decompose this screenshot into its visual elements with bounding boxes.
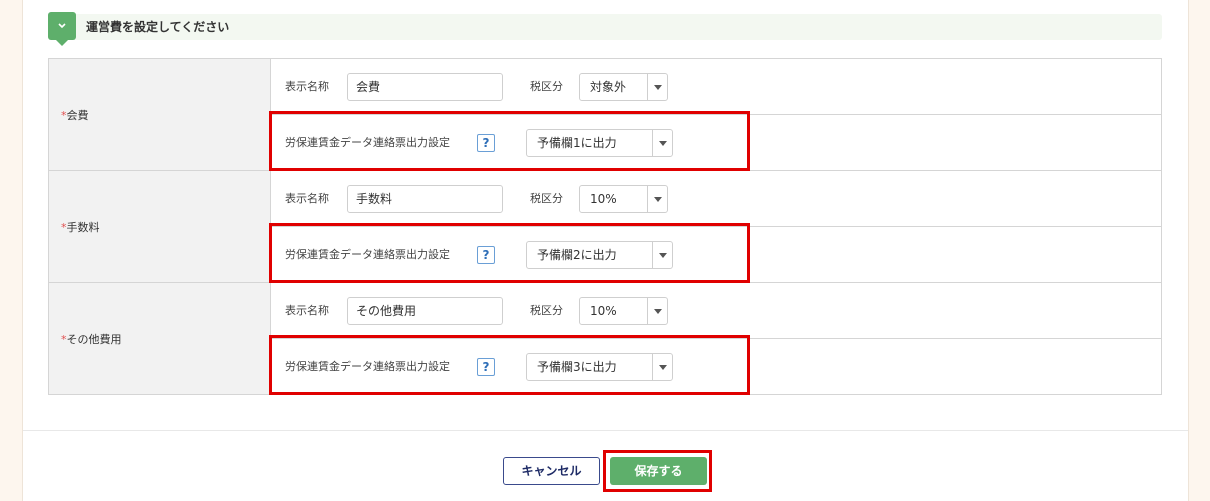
caret-down-icon bbox=[647, 298, 667, 324]
output-setting-cell: 労保連賃金データ連絡票出力設定 ? 予備欄3に出力 bbox=[270, 338, 1162, 395]
fee-label-cell: *その他費用 bbox=[48, 282, 271, 395]
display-name-label: 表示名称 bbox=[285, 192, 329, 205]
tax-category-label: 税区分 bbox=[530, 80, 563, 93]
display-name-label: 表示名称 bbox=[285, 80, 329, 93]
help-icon[interactable]: ? bbox=[477, 134, 495, 152]
output-setting-label: 労保連賃金データ連絡票出力設定 bbox=[285, 136, 450, 149]
fee-label-cell: *会費 bbox=[48, 58, 271, 171]
save-button[interactable]: 保存する bbox=[610, 457, 707, 485]
tax-category-value: 対象外 bbox=[590, 80, 627, 94]
fee-name: その他費用 bbox=[66, 332, 122, 346]
caret-down-icon bbox=[652, 130, 672, 156]
chevron-down-icon bbox=[58, 23, 66, 29]
output-setting-cell: 労保連賃金データ連絡票出力設定 ? 予備欄1に出力 bbox=[270, 114, 1162, 171]
tax-category-value: 10% bbox=[590, 304, 617, 318]
output-setting-label: 労保連賃金データ連絡票出力設定 bbox=[285, 248, 450, 261]
caret-down-icon bbox=[647, 186, 667, 212]
collapse-toggle[interactable] bbox=[48, 12, 76, 46]
output-setting-value: 予備欄2に出力 bbox=[537, 248, 617, 262]
help-icon[interactable]: ? bbox=[477, 358, 495, 376]
caret-down-icon bbox=[647, 74, 667, 100]
name-tax-cell: 表示名称 その他費用 税区分 10% bbox=[270, 282, 1162, 339]
display-name-input[interactable]: その他費用 bbox=[347, 297, 503, 325]
output-setting-value: 予備欄3に出力 bbox=[537, 360, 617, 374]
tax-category-value: 10% bbox=[590, 192, 617, 206]
display-name-input[interactable]: 会費 bbox=[347, 73, 503, 101]
tax-category-label: 税区分 bbox=[530, 192, 563, 205]
tax-category-select[interactable]: 対象外 bbox=[579, 73, 668, 101]
display-name-input[interactable]: 手数料 bbox=[347, 185, 503, 213]
name-tax-cell: 表示名称 会費 税区分 対象外 bbox=[270, 58, 1162, 115]
tax-category-select[interactable]: 10% bbox=[579, 185, 668, 213]
fee-settings-table: *会費 表示名称 会費 税区分 対象外 労保連賃金データ連絡票出力設定 ? 予備… bbox=[48, 58, 1162, 395]
output-setting-cell: 労保連賃金データ連絡票出力設定 ? 予備欄2に出力 bbox=[270, 226, 1162, 283]
output-setting-label: 労保連賃金データ連絡票出力設定 bbox=[285, 360, 450, 373]
output-setting-value: 予備欄1に出力 bbox=[537, 136, 617, 150]
tax-category-select[interactable]: 10% bbox=[579, 297, 668, 325]
output-setting-select[interactable]: 予備欄3に出力 bbox=[526, 353, 673, 381]
fee-name: 会費 bbox=[66, 108, 89, 122]
table-row: *会費 表示名称 会費 税区分 対象外 bbox=[48, 58, 1162, 171]
tax-category-label: 税区分 bbox=[530, 304, 563, 317]
display-name-label: 表示名称 bbox=[285, 304, 329, 317]
footer-divider bbox=[23, 430, 1188, 431]
cancel-button[interactable]: キャンセル bbox=[503, 457, 600, 485]
name-tax-cell: 表示名称 手数料 税区分 10% bbox=[270, 170, 1162, 227]
fee-name: 手数料 bbox=[66, 220, 100, 234]
output-setting-select[interactable]: 予備欄2に出力 bbox=[526, 241, 673, 269]
help-icon[interactable]: ? bbox=[477, 246, 495, 264]
output-setting-select[interactable]: 予備欄1に出力 bbox=[526, 129, 673, 157]
table-row: *その他費用 表示名称 その他費用 税区分 10% bbox=[48, 282, 1162, 395]
caret-down-icon bbox=[652, 242, 672, 268]
caret-down-icon bbox=[652, 354, 672, 380]
table-row: *手数料 表示名称 手数料 税区分 10% bbox=[48, 170, 1162, 283]
section-title: 運営費を設定してください bbox=[86, 20, 230, 34]
fee-label-cell: *手数料 bbox=[48, 170, 271, 283]
